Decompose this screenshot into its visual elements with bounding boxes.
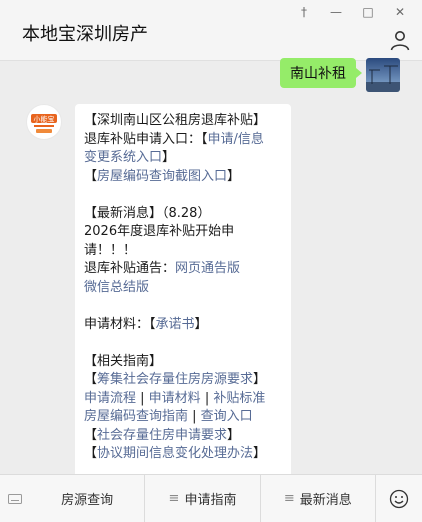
chat-title: 本地宝深圳房产 [22,24,148,45]
message-text: 2026年度退库补贴开始申 [84,224,235,239]
menu-item-label: 房源查询 [61,493,114,508]
message-bubble: 【深圳南山区公租房退库补贴】 退库补贴申请入口：【申请/信息 变更系统入口】 【房屋编… [75,104,291,484]
submenu-icon: ≡ [283,491,295,506]
keyboard-toggle[interactable] [0,475,30,522]
message-line: 退库补贴通告：网页通告版 [84,260,284,279]
title-separator [0,60,422,61]
message-text: 】 [194,316,208,332]
message-text: 退库补贴通告： [84,261,176,276]
svg-text:小能宝: 小能宝 [34,115,55,124]
message-line: 申请流程 | 申请材料 | 补贴标准 [84,390,284,409]
message-link[interactable]: 申请流程 [84,391,136,406]
message-link[interactable]: 房屋编码查询指南 [84,409,188,424]
message-text: 【最新消息】（8.28） [84,205,211,221]
message-line: 2026年度退库补贴开始申 [84,223,284,242]
menu-item-3[interactable]: ≡ 最新消息 [259,475,375,522]
message-line: 【社会存量住房申请要求】 [84,427,284,446]
outgoing-message-text: 南山补租 [290,66,346,82]
message-line: 微信总结版 [84,279,284,298]
message-link[interactable]: 筹集社会存量住房房源要求 [97,372,253,387]
message-line: 【筹集社会存量住房房源要求】 [84,371,284,390]
message-line: 【协议期间信息变化处理办法】 [84,445,284,464]
emoji-icon [389,489,409,508]
message-text: 【 [84,427,98,443]
message-line: 申请材料：【承诺书】 [84,316,284,335]
message-line: 【深圳南山区公租房退库补贴】 [84,112,284,131]
message-text: 】 [162,150,176,165]
menu-item-1[interactable]: 房源查询 [30,475,144,522]
message-text: 】 [227,168,241,184]
keyboard-icon [8,493,22,504]
message-line: 【房屋编码查询截图入口】 [84,168,284,187]
message-text: | [136,390,149,406]
person-icon[interactable] [388,28,412,52]
message-text: 【深圳南山区公租房退库补贴】 [84,113,267,128]
message-link[interactable]: 网页通告版 [175,261,240,276]
message-text: 申请材料：【 [84,316,156,332]
message-line: 请！！！ [84,242,284,261]
message-line: 退库补贴申请入口：【申请/信息 [84,131,284,150]
message-link[interactable]: 微信总结版 [84,280,149,295]
bot-avatar[interactable]: 小能宝 [26,104,62,140]
message-content: 【深圳南山区公租房退库补贴】 退库补贴申请入口：【申请/信息 变更系统入口】 【房屋编… [75,104,291,464]
bot-avatar-logo: 小能宝 [31,114,57,133]
message-line: 房屋编码查询指南 | 查询入口 [84,408,284,427]
message-text: 退库补贴申请入口：【 [84,131,208,147]
message-link[interactable]: 查询入口 [201,409,253,424]
window-controls: † — □ ✕ [288,2,416,22]
message-text: 】 [227,427,241,443]
self-avatar[interactable] [366,58,400,92]
message-link[interactable]: 协议期间信息变化处理办法 [97,446,253,461]
message-link[interactable]: 申请/信息 [208,132,264,147]
outgoing-message[interactable]: 南山补租 [280,58,362,88]
message-line: 【相关指南】 [84,353,284,372]
submenu-icon: ≡ [168,491,180,506]
message-text: 【 [84,446,98,461]
message-text: 【 [84,372,98,387]
message-text: 】 [253,372,267,387]
message-text: 】 [253,446,267,461]
close-icon[interactable]: ✕ [384,2,416,22]
message-line: 变更系统入口】 [84,149,284,168]
bottom-menu-bar: 房源查询 ≡ 申请指南 ≡ 最新消息 [0,474,422,522]
menu-item-2[interactable]: ≡ 申请指南 [144,475,259,522]
message-text: 【相关指南】 [84,353,163,369]
menu-item-label: 最新消息 [299,493,352,508]
menu-item-label: 申请指南 [184,493,237,508]
message-line: 【最新消息】（8.28） [84,205,284,224]
message-text: 请！！！ [84,242,137,258]
message-link[interactable]: 房屋编码查询截图入口 [97,169,227,184]
message-link[interactable]: 申请材料 [149,391,201,406]
message-text: | [200,390,214,406]
maximize-icon[interactable]: □ [352,2,384,22]
message-text: 【 [84,168,98,184]
message-link[interactable]: 补贴标准 [213,391,265,406]
minimize-icon[interactable]: — [320,2,352,22]
message-text: | [188,409,201,424]
emoji-button[interactable] [375,475,422,522]
message-link[interactable]: 承诺书 [156,317,195,332]
title-bar: † — □ ✕ 本地宝深圳房产 [0,0,422,60]
message-link[interactable]: 社会存量住房申请要求 [97,428,227,443]
message-link[interactable]: 变更系统入口 [84,150,162,165]
self-avatar-image [366,58,400,92]
pin-icon[interactable]: † [288,2,320,22]
